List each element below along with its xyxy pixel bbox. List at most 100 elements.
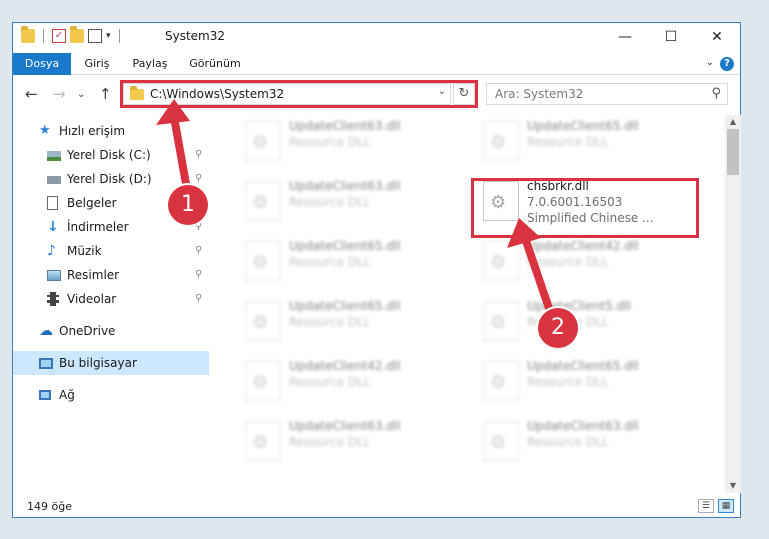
file-description: Resource DLL bbox=[289, 315, 371, 329]
sidebar-item-music[interactable]: ♪ Müzik ⚲ bbox=[13, 239, 209, 263]
sidebar-item-label: Resimler bbox=[67, 268, 120, 282]
quick-access-toolbar: ✓ ▾ bbox=[21, 26, 124, 43]
pin-icon[interactable]: ⚲ bbox=[195, 287, 202, 311]
file-name: UpdateClient65.dll bbox=[527, 359, 639, 373]
cloud-icon: ☁ bbox=[39, 323, 53, 339]
file-name: UpdateClient65.dll bbox=[289, 299, 401, 313]
new-folder-icon[interactable] bbox=[70, 26, 84, 43]
file-name: UpdateClient63.dll bbox=[527, 419, 639, 433]
sidebar-item-this-pc[interactable]: Bu bilgisayar bbox=[13, 351, 209, 375]
list-item[interactable]: UpdateClient63.dll Resource DLL bbox=[239, 117, 459, 165]
dll-file-icon bbox=[483, 421, 519, 461]
explorer-window: ✓ ▾ System32 — ☐ ✕ Dosya Giriş Paylaş Gö… bbox=[12, 22, 741, 518]
sidebar-item-label: Videolar bbox=[67, 292, 117, 306]
computer-icon bbox=[39, 358, 53, 369]
file-description: Resource DLL bbox=[289, 255, 371, 269]
dll-file-icon bbox=[483, 361, 519, 401]
help-icon[interactable]: ? bbox=[720, 57, 734, 71]
tab-view[interactable]: Görünüm bbox=[185, 53, 245, 75]
details-view-icon[interactable]: ☰ bbox=[698, 499, 714, 513]
tab-home[interactable]: Giriş bbox=[77, 53, 117, 75]
collapse-ribbon-icon[interactable]: ⌄ bbox=[706, 57, 714, 68]
window-controls: — ☐ ✕ bbox=[602, 23, 740, 51]
navigation-bar: ← → ⌄ ↑ C:\Windows\System32 ⌄ ↻ Ara: Sys… bbox=[13, 79, 740, 109]
dll-file-icon bbox=[245, 361, 281, 401]
list-item[interactable]: UpdateClient63.dll Resource DLL bbox=[239, 417, 459, 465]
ribbon-tabs: Dosya Giriş Paylaş Görünüm ⌄ ? bbox=[13, 53, 740, 75]
maximize-button[interactable]: ☐ bbox=[648, 23, 694, 51]
tab-file[interactable]: Dosya bbox=[13, 53, 71, 75]
pictures-icon bbox=[47, 270, 61, 281]
sidebar-item-label: Müzik bbox=[67, 244, 102, 258]
list-item[interactable]: UpdateClient63.dll Resource DLL bbox=[477, 417, 697, 465]
back-arrow-icon[interactable]: ← bbox=[25, 85, 38, 103]
drive-icon bbox=[47, 176, 61, 184]
scroll-down-icon[interactable]: ▼ bbox=[725, 479, 741, 493]
file-name: UpdateClient63.dll bbox=[289, 119, 401, 133]
customize-icon[interactable] bbox=[88, 29, 102, 43]
pin-icon[interactable]: ⚲ bbox=[195, 239, 202, 263]
sidebar-item-network[interactable]: Ağ bbox=[13, 383, 209, 407]
file-description: Resource DLL bbox=[289, 435, 371, 449]
search-icon[interactable]: ⚲ bbox=[711, 86, 721, 101]
sidebar-item-label: Bu bilgisayar bbox=[59, 356, 137, 370]
sidebar-item-pictures[interactable]: Resimler ⚲ bbox=[13, 263, 209, 287]
network-icon bbox=[39, 390, 51, 400]
tiles-view-icon[interactable]: ▦ bbox=[718, 499, 734, 513]
star-icon: ★ bbox=[39, 123, 51, 138]
file-description: Resource DLL bbox=[289, 135, 371, 149]
vertical-scrollbar[interactable]: ▲ ▼ bbox=[725, 115, 741, 493]
file-list: UpdateClient63.dll Resource DLL UpdateCl… bbox=[219, 115, 724, 495]
minimize-button[interactable]: — bbox=[602, 23, 648, 51]
dll-file-icon bbox=[245, 181, 281, 221]
view-toggle: ☰ ▦ bbox=[698, 499, 734, 513]
recent-locations-icon[interactable]: ⌄ bbox=[77, 89, 85, 100]
sidebar-item-onedrive[interactable]: ☁ OneDrive bbox=[13, 319, 209, 343]
list-item[interactable]: UpdateClient65.dll Resource DLL bbox=[477, 357, 697, 405]
title-divider bbox=[118, 29, 120, 43]
callout-badge-2: 2 bbox=[538, 308, 578, 348]
file-description: Resource DLL bbox=[527, 135, 609, 149]
forward-arrow-icon[interactable]: → bbox=[53, 85, 66, 103]
window-title: System32 bbox=[165, 29, 226, 43]
file-description: Resource DLL bbox=[289, 195, 371, 209]
item-count: 149 öğe bbox=[27, 500, 72, 513]
dll-file-icon bbox=[245, 121, 281, 161]
sidebar-item-label: Ağ bbox=[59, 388, 75, 402]
pin-icon[interactable]: ⚲ bbox=[195, 263, 202, 287]
list-item[interactable]: UpdateClient65.dll Resource DLL bbox=[477, 117, 697, 165]
dll-file-icon bbox=[245, 421, 281, 461]
documents-icon bbox=[47, 196, 58, 210]
customize-caret-icon[interactable]: ▾ bbox=[106, 31, 111, 41]
sidebar-item-label: İndirmeler bbox=[67, 220, 129, 234]
sidebar-item-label: Yerel Disk (C:) bbox=[67, 148, 151, 162]
callout-badge-1: 1 bbox=[168, 185, 208, 225]
list-item[interactable]: UpdateClient63.dll Resource DLL bbox=[239, 177, 459, 225]
download-icon: ↓ bbox=[47, 219, 59, 235]
list-item[interactable]: UpdateClient65.dll Resource DLL bbox=[239, 237, 459, 285]
list-item[interactable]: UpdateClient65.dll Resource DLL bbox=[239, 297, 459, 345]
file-name: UpdateClient65.dll bbox=[527, 119, 639, 133]
search-input[interactable]: Ara: System32 ⚲ bbox=[486, 83, 728, 105]
sidebar-item-label: OneDrive bbox=[59, 324, 116, 338]
drive-icon bbox=[47, 151, 61, 161]
list-item[interactable]: UpdateClient42.dll Resource DLL bbox=[239, 357, 459, 405]
search-placeholder: Ara: System32 bbox=[495, 87, 584, 101]
sidebar-item-label: Belgeler bbox=[67, 196, 117, 210]
file-name: UpdateClient63.dll bbox=[289, 179, 401, 193]
properties-check-icon[interactable]: ✓ bbox=[52, 29, 66, 43]
folder-icon bbox=[21, 26, 35, 43]
scroll-thumb[interactable] bbox=[727, 129, 739, 175]
status-bar: 149 öğe ☰ ▦ bbox=[13, 497, 740, 517]
tab-share[interactable]: Paylaş bbox=[123, 53, 177, 75]
close-button[interactable]: ✕ bbox=[694, 23, 740, 51]
file-name: UpdateClient42.dll bbox=[289, 359, 401, 373]
up-arrow-icon[interactable]: ↑ bbox=[99, 85, 112, 103]
file-description: Resource DLL bbox=[527, 435, 609, 449]
file-description: Resource DLL bbox=[289, 375, 371, 389]
sidebar-item-videos[interactable]: Videolar ⚲ bbox=[13, 287, 209, 311]
file-name: UpdateClient63.dll bbox=[289, 419, 401, 433]
scroll-up-icon[interactable]: ▲ bbox=[725, 115, 741, 129]
music-icon: ♪ bbox=[47, 243, 56, 259]
file-description: Resource DLL bbox=[527, 375, 609, 389]
